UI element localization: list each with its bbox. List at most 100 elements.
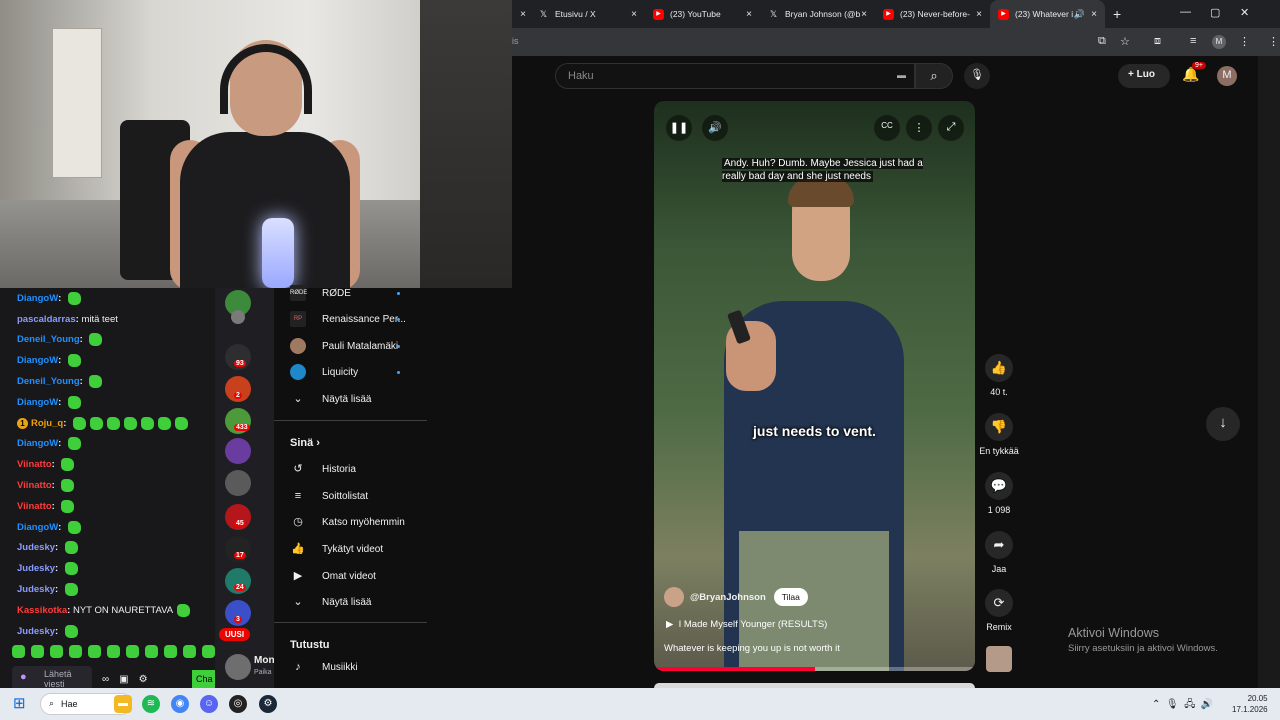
spotify-icon[interactable]: ≋ [142,695,160,713]
fullscreen-button[interactable]: ⤢ [938,115,964,141]
sidebar-item-liquicity[interactable]: Liquicity [290,359,490,385]
channel-avatar[interactable] [225,470,251,496]
chat-username[interactable]: Roju_q [31,418,63,429]
sidebar-item-playlists[interactable]: ≡ Soittolistat [290,483,490,509]
dislike-button[interactable]: 👎 En tykkää [978,413,1020,456]
url-text[interactable]: is [512,36,519,46]
channel-avatar[interactable] [225,654,251,680]
minimize-icon[interactable]: — [1180,6,1191,18]
chat-send-button[interactable]: Cha [192,670,215,688]
sidebar-show-more-subs[interactable]: ⌄ Näytä lisää [290,386,490,412]
extensions-icon[interactable]: ⧈ [1154,35,1161,48]
tab-partial[interactable]: × [512,0,530,28]
tab-youtube[interactable]: ▶ (23) YouTube × [645,0,760,28]
video-caption[interactable]: Whatever is keeping you up is not worth … [664,643,840,654]
close-icon[interactable]: × [861,9,867,20]
sidebar-you-heading[interactable]: Sinä › [290,437,320,449]
sidebar-item-liked[interactable]: 👍 Tykätyt videot [290,536,490,562]
volume-button[interactable]: 🔊 [702,115,728,141]
chat-username[interactable]: DiangoW [17,522,58,533]
menu-icon[interactable]: ⋮ [1268,35,1279,48]
profile-icon[interactable]: M [1212,35,1226,49]
file-explorer-icon[interactable]: ▬ [114,695,132,713]
channel-name[interactable]: Mon [254,655,275,666]
avatar[interactable]: M [1217,66,1237,86]
chat-username[interactable]: Viinatto [17,459,52,470]
captions-button[interactable]: CC [874,115,900,141]
sidebar-item-rode[interactable]: RØDE RØDE [290,280,490,306]
channel-avatar[interactable] [231,310,245,324]
close-icon[interactable]: × [1091,9,1097,20]
pause-button[interactable]: ❚❚ [666,115,692,141]
search-button[interactable]: ⌕ [915,63,953,89]
sidebar-item-pauli[interactable]: Pauli Matalamäki [290,333,490,359]
close-icon[interactable]: × [520,9,526,20]
chrome-icon[interactable]: ◉ [171,695,189,713]
close-icon[interactable]: × [976,9,982,20]
store-icon[interactable]: ▣ [119,674,128,685]
chat-username[interactable]: Judesky [17,542,55,553]
emote-bar[interactable] [12,645,215,658]
chat-username[interactable]: DiangoW [17,293,58,304]
chat-username[interactable]: Judesky [17,563,55,574]
tab-x-home[interactable]: 𝕏 Etusivu / X × [530,0,645,28]
maximize-icon[interactable]: ▢ [1210,6,1220,19]
remix-button[interactable]: ⟳ Remix [978,589,1020,632]
new-tab-button[interactable]: + [1105,0,1135,28]
close-icon[interactable]: × [746,9,752,20]
chat-username[interactable]: Kassikotka [17,605,67,616]
system-tray[interactable]: ⌃ 🎙 🖧 🔊 [1152,697,1213,714]
menu-icon[interactable]: ⋮ [1239,35,1250,48]
chat-input[interactable]: ● Lähetä viesti [12,666,92,688]
related-video-link[interactable]: ▶ I Made Myself Younger (RESULTS) [666,619,827,630]
tab-bryan-x[interactable]: 𝕏 Bryan Johnson (@b × [760,0,875,28]
clock[interactable]: 20.05 17.1.2026 [1232,693,1268,715]
chat-username[interactable]: Judesky [17,626,55,637]
progress-bar[interactable] [654,667,975,671]
chat-username[interactable]: Viinatto [17,501,52,512]
next-short-button[interactable]: ↓ [1206,407,1240,441]
chat-username[interactable]: Deneil_Young [17,334,80,345]
voice-search-button[interactable]: 🎙 [964,63,990,89]
discord-icon[interactable]: ☺ [200,695,218,713]
subscribe-button[interactable]: Tilaa [773,588,808,606]
create-button[interactable]: + Luo [1118,64,1170,88]
install-icon[interactable]: ⧉ [1098,35,1106,48]
more-button[interactable]: ⋮ [906,115,932,141]
speaker-icon[interactable]: 🔊 [1074,9,1085,20]
share-button[interactable]: ➦ Jaa [978,531,1020,574]
sound-thumbnail[interactable] [986,646,1012,672]
sidebar-show-more-you[interactable]: ⌄ Näytä lisää [290,589,490,615]
chat-username[interactable]: pascaldarras [17,314,76,325]
points-icon[interactable]: ∞ [102,674,109,685]
short-video-player[interactable]: ❚❚ 🔊 CC ⋮ ⤢ Andy. Huh? Dumb. Maybe Jessi… [654,101,975,671]
chat-username[interactable]: DiangoW [17,355,58,366]
chat-username[interactable]: DiangoW [17,397,58,408]
tab-whatever-active[interactable]: ▶ (23) Whatever i 🔊 × [990,0,1105,28]
sidebar-item-history[interactable]: ↺ Historia [290,456,490,482]
sidebar-item-watch-later[interactable]: ◷ Katso myöhemmin [290,509,490,535]
address-bar[interactable]: is ⧉ ☆ ⧈ ≡ M ⋮ ⋮ [512,28,1280,56]
scrollbar[interactable] [1258,56,1280,688]
chat-username[interactable]: Judesky [17,584,55,595]
keyboard-icon[interactable]: ▬ [897,70,906,80]
like-button[interactable]: 👍 40 t. [978,354,1020,397]
channel-avatar[interactable] [664,587,684,607]
bookmark-star-icon[interactable]: ☆ [1120,35,1130,48]
search-input[interactable]: Haku ▬ [555,63,915,89]
obs-icon[interactable]: ◎ [229,695,247,713]
sidebar-item-music[interactable]: ♪ Musiikki [290,654,490,680]
channel-avatar[interactable] [225,438,251,464]
channel-name[interactable]: @BryanJohnson [690,592,766,603]
settings-icon[interactable]: ⚙ [139,674,148,685]
tab-never-before[interactable]: ▶ (23) Never-before- × [875,0,990,28]
windows-start-icon[interactable]: ⊞ [13,696,29,712]
comments-button[interactable]: 💬 1 098 [978,472,1020,515]
chat-username[interactable]: Deneil_Young [17,376,80,387]
steam-icon[interactable]: ⚙ [259,695,277,713]
media-icon[interactable]: ≡ [1190,35,1196,47]
chat-username[interactable]: DiangoW [17,438,58,449]
sidebar-item-your-videos[interactable]: ▶ Omat videot [290,563,490,589]
chat-username[interactable]: Viinatto [17,480,52,491]
close-window-icon[interactable]: ✕ [1240,6,1249,19]
